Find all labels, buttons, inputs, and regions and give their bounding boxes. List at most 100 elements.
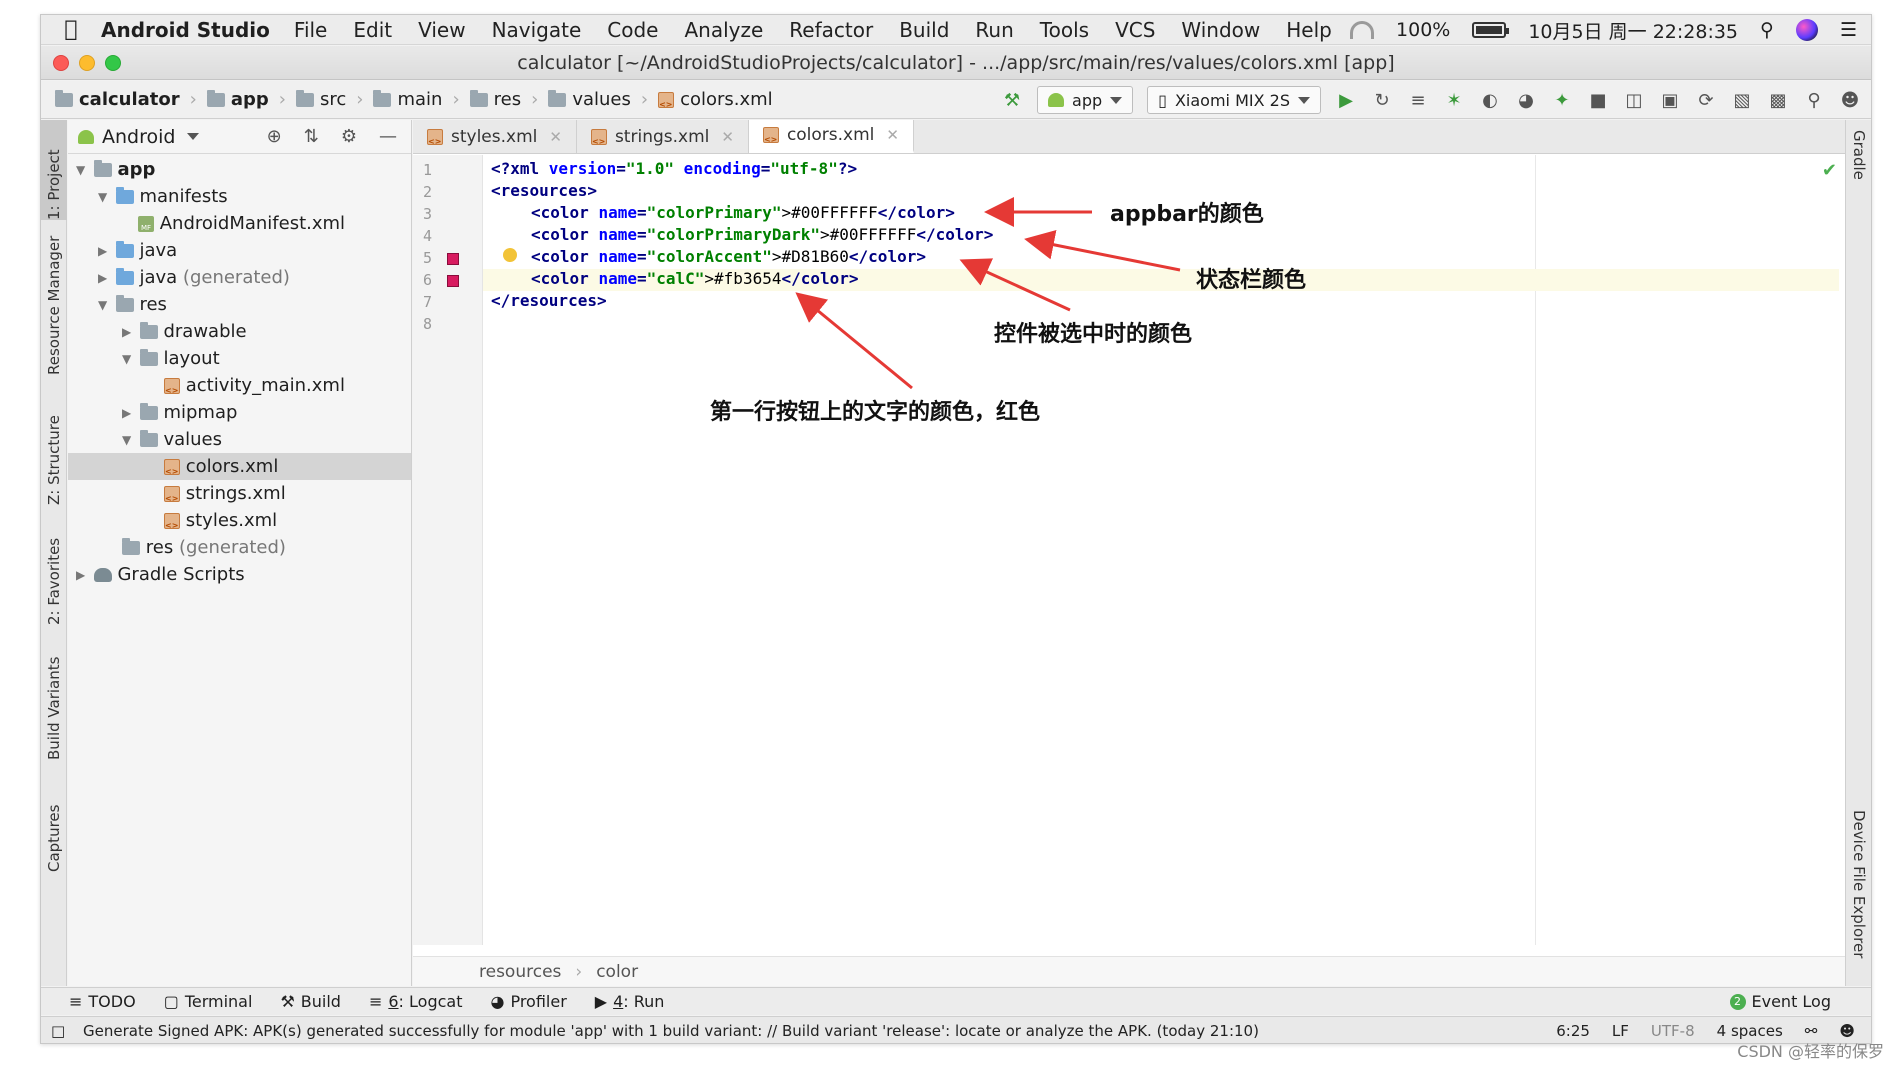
editor-crumb-resources[interactable]: resources — [479, 962, 561, 982]
layout-inspector-icon[interactable]: ▧ — [1731, 89, 1753, 111]
tab-styles-xml[interactable]: styles.xml ✕ — [413, 120, 577, 153]
crumb-src[interactable]: src — [320, 89, 346, 110]
apply-code-changes-icon[interactable]: ≡ — [1407, 89, 1429, 111]
tree-item-gradle-scripts[interactable]: ▶ Gradle Scripts — [68, 561, 411, 588]
sync-project-icon[interactable]: ◫ — [1623, 89, 1645, 111]
menu-code[interactable]: Code — [607, 18, 658, 42]
tab-strings-xml[interactable]: strings.xml ✕ — [577, 120, 749, 153]
tree-item-values[interactable]: ▼ values — [68, 426, 411, 453]
app-menu[interactable]: Android Studio — [101, 18, 270, 42]
locate-icon[interactable]: ⊕ — [267, 126, 282, 147]
crumb-values[interactable]: values — [572, 89, 631, 110]
status-message[interactable]: Generate Signed APK: APK(s) generated su… — [83, 1022, 1259, 1040]
siri-icon[interactable] — [1795, 19, 1818, 41]
close-window-button[interactable] — [53, 55, 69, 71]
tab-build-variants[interactable]: Build Variants — [41, 640, 67, 760]
tree-item-java-generated[interactable]: ▶ java (generated) — [68, 264, 411, 291]
wifi-icon[interactable] — [1350, 21, 1375, 39]
caret-position[interactable]: 6:25 — [1556, 1022, 1590, 1040]
logcat-tool[interactable]: ≡ 6: Logcat — [369, 992, 463, 1011]
close-tab-icon[interactable]: ✕ — [886, 126, 899, 144]
crumb-colors-xml[interactable]: colors.xml — [680, 89, 773, 110]
menu-tools[interactable]: Tools — [1040, 18, 1089, 42]
menu-build[interactable]: Build — [899, 18, 949, 42]
tree-item-colors-xml[interactable]: colors.xml — [68, 453, 411, 480]
tool-windows-toggle-icon[interactable]: □ — [51, 1022, 65, 1040]
profile-icon[interactable]: ◕ — [1515, 89, 1537, 111]
tab-colors-xml[interactable]: colors.xml ✕ — [748, 120, 914, 153]
color-swatch-marker[interactable] — [447, 275, 459, 287]
project-view-select[interactable]: Android — [102, 126, 175, 148]
tree-item-manifests[interactable]: ▼ manifests — [68, 183, 411, 210]
line-separator[interactable]: LF — [1612, 1022, 1629, 1040]
menu-clock[interactable]: 10月5日 周一 22:28:35 — [1528, 17, 1738, 44]
menu-navigate[interactable]: Navigate — [492, 18, 582, 42]
collapse-all-icon[interactable]: ⇅ — [304, 126, 319, 147]
tree-item-java[interactable]: ▶ java — [68, 237, 411, 264]
tree-item-drawable[interactable]: ▶ drawable — [68, 318, 411, 345]
run-icon[interactable]: ▶ — [1335, 89, 1357, 111]
run-tool[interactable]: ▶ 4: Run — [595, 992, 665, 1011]
menu-file[interactable]: File — [294, 18, 327, 42]
color-swatch-marker[interactable] — [447, 253, 459, 265]
coverage-icon[interactable]: ◐ — [1479, 89, 1501, 111]
crumb-app[interactable]: app — [231, 89, 269, 110]
event-log-tool[interactable]: 2 Event Log — [1729, 992, 1831, 1011]
editor-gutter[interactable]: 1 2 3 4 5 6 7 8 — [413, 155, 483, 945]
tab-resource-manager[interactable]: Resource Manager — [41, 235, 67, 375]
search-icon[interactable]: ⚲ — [1803, 89, 1825, 111]
menu-run[interactable]: Run — [975, 18, 1013, 42]
tab-device-file-explorer[interactable]: Device File Explorer — [1846, 810, 1871, 970]
device-select[interactable]: ▯ Xiaomi MIX 2S — [1147, 86, 1321, 114]
user-icon[interactable]: ☻ — [1839, 89, 1861, 111]
run-config-select[interactable]: app — [1037, 86, 1134, 114]
crumb-calculator[interactable]: calculator — [79, 89, 180, 110]
menu-refactor[interactable]: Refactor — [789, 18, 873, 42]
build-tool[interactable]: ⚒ Build — [280, 992, 341, 1011]
crumb-res[interactable]: res — [494, 89, 521, 110]
tab-captures[interactable]: Captures — [41, 780, 67, 872]
crumb-main[interactable]: main — [397, 89, 442, 110]
menu-view[interactable]: View — [418, 18, 465, 42]
apple-icon[interactable]:  — [41, 17, 101, 42]
menu-help[interactable]: Help — [1286, 18, 1332, 42]
gear-icon[interactable]: ⚙ — [341, 126, 357, 147]
apply-changes-icon[interactable]: ↻ — [1371, 89, 1393, 111]
resource-manager-icon[interactable]: ▩ — [1767, 89, 1789, 111]
menu-analyze[interactable]: Analyze — [684, 18, 763, 42]
tree-item-styles-xml[interactable]: styles.xml — [68, 507, 411, 534]
spotlight-search-icon[interactable]: ⚲ — [1760, 19, 1774, 41]
menu-vcs[interactable]: VCS — [1115, 18, 1155, 42]
battery-icon[interactable] — [1472, 22, 1510, 38]
editor-crumb-color[interactable]: color — [596, 962, 638, 982]
attach-debugger-icon[interactable]: ✦ — [1551, 89, 1573, 111]
avd-manager-icon[interactable]: ▣ — [1659, 89, 1681, 111]
chevron-down-icon[interactable] — [187, 133, 200, 140]
tab-structure[interactable]: Z: Structure — [41, 395, 67, 505]
tree-item-activity-main[interactable]: activity_main.xml — [68, 372, 411, 399]
tree-item-androidmanifest[interactable]: MF AndroidManifest.xml — [68, 210, 411, 237]
todo-tool[interactable]: ≡ TODO — [69, 992, 136, 1011]
tab-project[interactable]: 1: Project — [41, 120, 67, 220]
debug-icon[interactable]: ✶ — [1443, 89, 1465, 111]
tree-item-app[interactable]: ▼ app — [68, 156, 411, 183]
tree-item-layout[interactable]: ▼ layout — [68, 345, 411, 372]
menu-edit[interactable]: Edit — [353, 18, 392, 42]
file-encoding[interactable]: UTF-8 — [1651, 1022, 1695, 1040]
sdk-manager-icon[interactable]: ⟳ — [1695, 89, 1717, 111]
tree-item-mipmap[interactable]: ▶ mipmap — [68, 399, 411, 426]
tree-item-res-generated[interactable]: res (generated) — [68, 534, 411, 561]
profiler-tool[interactable]: ◕ Profiler — [490, 992, 566, 1011]
close-tab-icon[interactable]: ✕ — [721, 128, 734, 146]
code-content[interactable]: <?xml version="1.0" encoding="utf-8"?> <… — [483, 155, 1839, 935]
tree-item-strings-xml[interactable]: strings.xml — [68, 480, 411, 507]
minimize-window-button[interactable] — [79, 55, 95, 71]
zoom-window-button[interactable] — [105, 55, 121, 71]
hide-icon[interactable]: — — [379, 126, 397, 147]
close-tab-icon[interactable]: ✕ — [549, 128, 562, 146]
menu-window[interactable]: Window — [1181, 18, 1260, 42]
terminal-tool[interactable]: ▢ Terminal — [164, 992, 253, 1011]
hammer-icon[interactable]: ⚒ — [1001, 89, 1023, 111]
notification-center-icon[interactable]: ☰ — [1840, 19, 1857, 41]
tab-gradle[interactable]: Gradle — [1846, 130, 1871, 210]
